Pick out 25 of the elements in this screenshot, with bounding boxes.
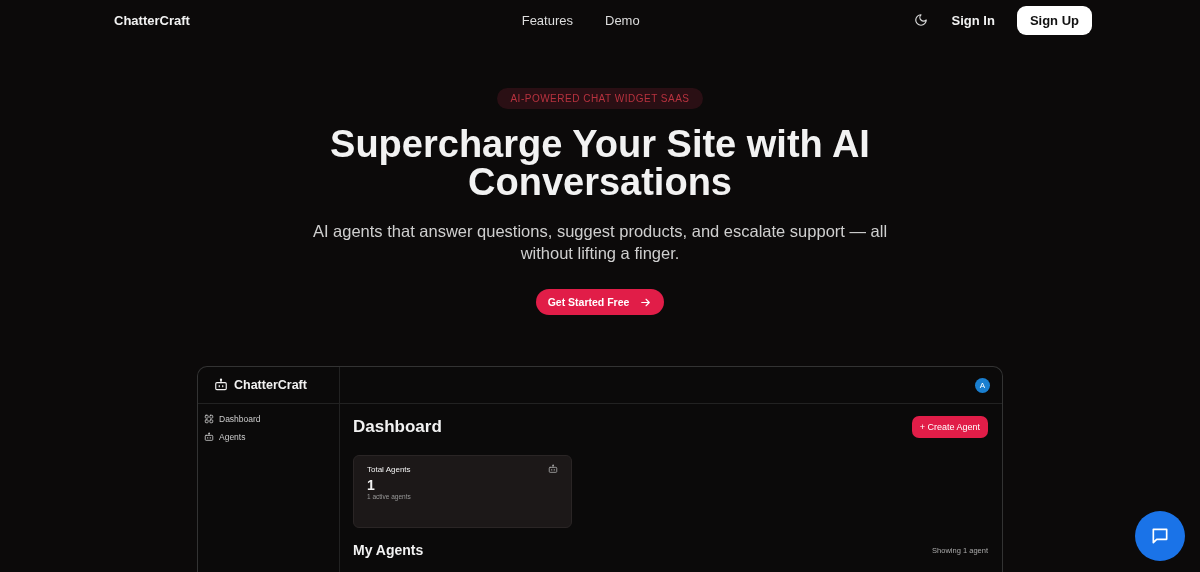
stat-label: Total Agents [367, 464, 411, 474]
app-name: ChatterCraft [234, 378, 307, 392]
create-agent-button[interactable]: + Create Agent [911, 416, 988, 438]
sidebar-item[interactable]: Dashboard [198, 410, 339, 428]
hero-heading: Supercharge Your Site with AI Conversations [329, 125, 871, 201]
sign-in-link[interactable]: Sign In [951, 12, 995, 28]
robot-icon [204, 432, 214, 442]
page-heading: Dashboard [353, 417, 442, 437]
nav-link[interactable]: Demo [605, 12, 640, 28]
nav-link[interactable]: Features [521, 12, 573, 28]
stat-value: 1 [367, 477, 376, 493]
chat-button[interactable] [1135, 511, 1185, 561]
hero-subtitle: AI agents that answer questions, suggest products, and escalate support — all without lifting a finger. [311, 221, 889, 264]
sidebar-item[interactable]: Agents [198, 428, 339, 446]
section-heading: My Agents [353, 542, 424, 558]
brand-logo[interactable]: ChatterCraft [114, 12, 190, 28]
get-started-button[interactable]: Get Started Free [535, 289, 665, 315]
robot-icon [548, 464, 558, 474]
tagline-badge: AI-POWERED CHAT WIDGET SAAS [497, 88, 703, 109]
user-avatar[interactable]: A [975, 377, 990, 393]
moon-icon [913, 13, 928, 27]
sign-up-button[interactable]: Sign Up [1016, 5, 1092, 35]
grid-icon [204, 414, 214, 424]
chat-bubble-icon [1150, 526, 1170, 546]
robot-icon [214, 378, 228, 392]
